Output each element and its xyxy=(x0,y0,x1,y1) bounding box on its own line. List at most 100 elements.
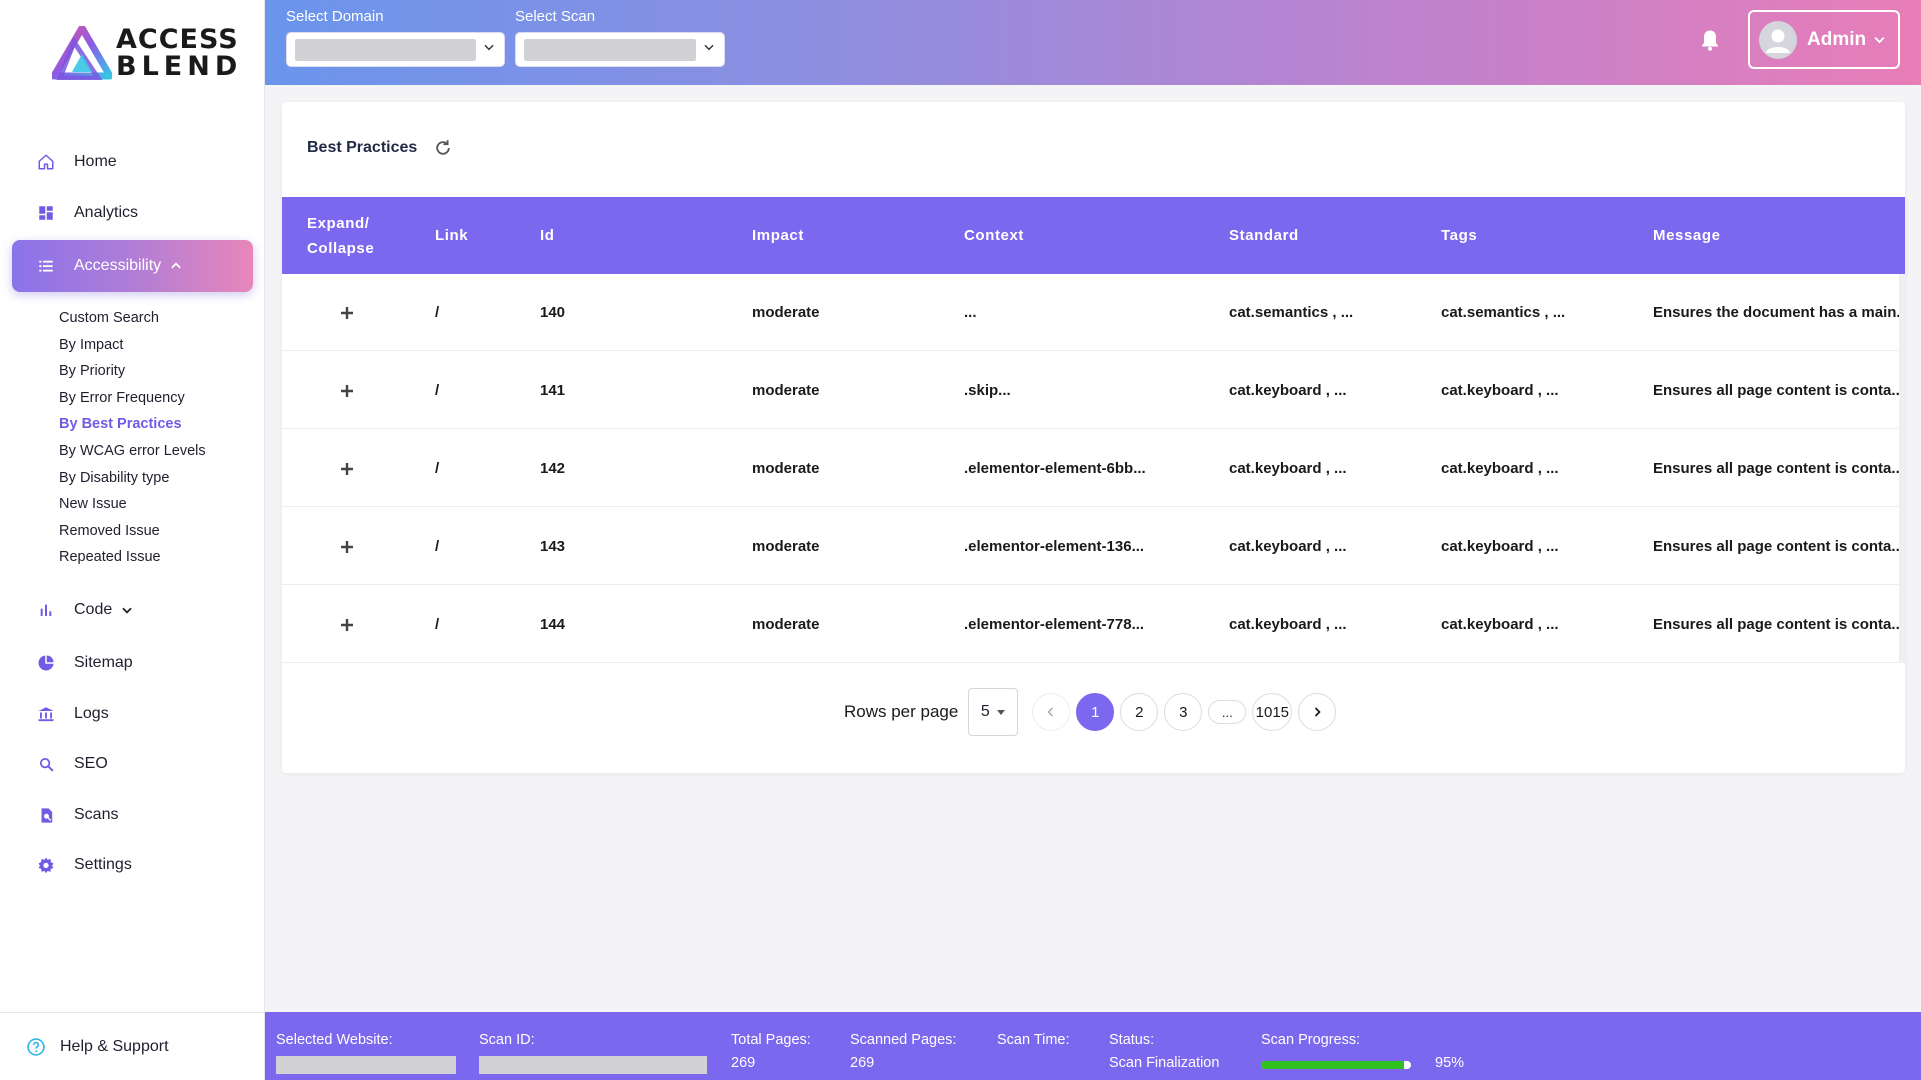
brand-logo[interactable]: ACCESS BLEND xyxy=(52,26,242,80)
brand-line2: BLEND xyxy=(116,51,243,82)
submenu-custom-search[interactable]: Custom Search xyxy=(59,305,206,332)
sidebar-item-seo[interactable]: SEO xyxy=(12,738,253,790)
bar-chart-icon xyxy=(36,600,56,620)
help-support-link[interactable]: Help & Support xyxy=(0,1012,265,1080)
chevron-down-icon xyxy=(482,40,496,59)
column-header-standard[interactable]: Standard xyxy=(1229,197,1299,274)
submenu-by-impact[interactable]: By Impact xyxy=(59,332,206,359)
cell-link[interactable]: / xyxy=(435,508,439,585)
column-header-impact[interactable]: Impact xyxy=(752,197,804,274)
sidebar-item-accessibility[interactable]: Accessibility xyxy=(12,240,253,292)
cell-standard: cat.semantics , ... xyxy=(1229,304,1354,321)
column-header-link[interactable]: Link xyxy=(435,197,468,274)
rows-per-page-select[interactable]: 5 xyxy=(968,688,1019,736)
user-name: Admin xyxy=(1807,28,1867,50)
avatar xyxy=(1759,20,1797,59)
submenu-repeated-issue[interactable]: Repeated Issue xyxy=(59,544,206,571)
cell-id: 144 xyxy=(540,616,566,633)
selected-website: Selected Website: xyxy=(276,1032,456,1074)
page-button-3[interactable]: 3 xyxy=(1164,693,1203,731)
accessibility-submenu: Custom Search By Impact By Priority By E… xyxy=(59,305,206,571)
sidebar-item-analytics[interactable]: Analytics xyxy=(12,187,253,239)
total-pages-value: 269 xyxy=(731,1055,756,1071)
table-row[interactable]: / 144 moderate .elementor-element-778...… xyxy=(282,586,1905,663)
selected-website-placeholder xyxy=(276,1056,456,1074)
next-page-button[interactable] xyxy=(1298,693,1337,731)
table-header: Expand/ Collapse Link Id Impact Context … xyxy=(282,197,1905,274)
page-ellipsis: ... xyxy=(1208,700,1247,724)
table-row[interactable]: / 140 moderate ... cat.semantics , ... c… xyxy=(282,274,1905,351)
table-row[interactable]: / 142 moderate .elementor-element-6bb...… xyxy=(282,430,1905,507)
domain-select[interactable] xyxy=(286,32,505,67)
cell-link[interactable]: / xyxy=(435,352,439,429)
table-row[interactable]: / 143 moderate .elementor-element-136...… xyxy=(282,508,1905,585)
cell-message: Ensures all page content is conta... xyxy=(1653,616,1904,633)
rows-per-page-label: Rows per page xyxy=(844,702,959,721)
expand-plus-icon[interactable] xyxy=(337,459,357,479)
cell-id: 140 xyxy=(540,304,566,321)
column-header-context[interactable]: Context xyxy=(964,197,1024,274)
sidebar-item-logs[interactable]: Logs xyxy=(12,688,253,740)
dashboard-icon xyxy=(36,203,56,223)
column-header-tags[interactable]: Tags xyxy=(1441,197,1477,274)
list-icon xyxy=(36,256,56,276)
scan-progress: Scan Progress: xyxy=(1261,1032,1360,1052)
notification-bell-icon[interactable] xyxy=(1698,28,1722,52)
cell-impact: moderate xyxy=(752,616,820,633)
page-button-2[interactable]: 2 xyxy=(1120,693,1159,731)
sidebar-item-label: Home xyxy=(74,153,117,170)
column-header-id[interactable]: Id xyxy=(540,197,555,274)
cell-impact: moderate xyxy=(752,304,820,321)
submenu-removed-issue[interactable]: Removed Issue xyxy=(59,518,206,545)
page-button-last[interactable]: 1015 xyxy=(1252,693,1293,731)
scan-select[interactable] xyxy=(515,32,725,67)
sidebar-item-settings[interactable]: Settings xyxy=(12,839,253,891)
chevron-down-icon xyxy=(1872,32,1887,47)
domain-select-group: Select Domain xyxy=(286,8,505,67)
cell-standard: cat.keyboard , ... xyxy=(1229,460,1347,477)
prev-page-button[interactable] xyxy=(1032,693,1071,731)
expand-plus-icon[interactable] xyxy=(337,381,357,401)
cell-impact: moderate xyxy=(752,538,820,555)
expand-plus-icon[interactable] xyxy=(337,537,357,557)
table-row[interactable]: / 141 moderate .skip... cat.keyboard , .… xyxy=(282,352,1905,429)
submenu-new-issue[interactable]: New Issue xyxy=(59,491,206,518)
total-pages: Total Pages: 269 xyxy=(731,1032,811,1075)
submenu-by-best-practices[interactable]: By Best Practices xyxy=(59,411,206,438)
cell-link[interactable]: / xyxy=(435,430,439,507)
cell-impact: moderate xyxy=(752,460,820,477)
domain-select-label: Select Domain xyxy=(286,8,384,25)
cell-link[interactable]: / xyxy=(435,274,439,351)
column-header-expand[interactable]: Expand/ Collapse xyxy=(307,197,397,274)
caret-down-icon xyxy=(996,707,1006,717)
submenu-by-wcag-error-levels[interactable]: By WCAG error Levels xyxy=(59,438,206,465)
pagination: Rows per page 5 1 2 3 ... 1015 xyxy=(844,688,1342,736)
cell-message: Ensures all page content is conta... xyxy=(1653,538,1904,555)
user-menu-button[interactable]: Admin xyxy=(1748,10,1900,69)
table-scrollbar[interactable] xyxy=(1899,274,1905,663)
submenu-by-priority[interactable]: By Priority xyxy=(59,358,206,385)
expand-plus-icon[interactable] xyxy=(337,303,357,323)
scan-progress-percent: 95% xyxy=(1435,1055,1465,1071)
column-header-message[interactable]: Message xyxy=(1653,197,1721,274)
cell-tags: cat.keyboard , ... xyxy=(1441,382,1559,399)
sidebar-item-scans[interactable]: Scans xyxy=(12,789,253,841)
cell-link[interactable]: / xyxy=(435,586,439,663)
sidebar-item-code[interactable]: Code xyxy=(12,584,253,636)
rows-per-page-value: 5 xyxy=(980,703,990,720)
refresh-icon[interactable] xyxy=(433,138,453,158)
selected-website-label: Selected Website: xyxy=(276,1032,393,1048)
page-button-1[interactable]: 1 xyxy=(1076,693,1115,731)
scan-time: Scan Time: xyxy=(997,1032,1070,1052)
expand-plus-icon[interactable] xyxy=(337,615,357,635)
submenu-by-disability-type[interactable]: By Disability type xyxy=(59,465,206,492)
scan-select-placeholder xyxy=(524,38,696,61)
sidebar-item-home[interactable]: Home xyxy=(12,136,253,188)
best-practices-card: Best Practices Expand/ Collapse Link Id … xyxy=(282,102,1905,773)
cell-tags: cat.keyboard , ... xyxy=(1441,616,1559,633)
sidebar-item-label: Code xyxy=(74,601,113,618)
gear-icon xyxy=(36,855,56,875)
cell-tags: cat.keyboard , ... xyxy=(1441,538,1559,555)
submenu-by-error-frequency[interactable]: By Error Frequency xyxy=(59,385,206,412)
sidebar-item-sitemap[interactable]: Sitemap xyxy=(12,637,253,689)
